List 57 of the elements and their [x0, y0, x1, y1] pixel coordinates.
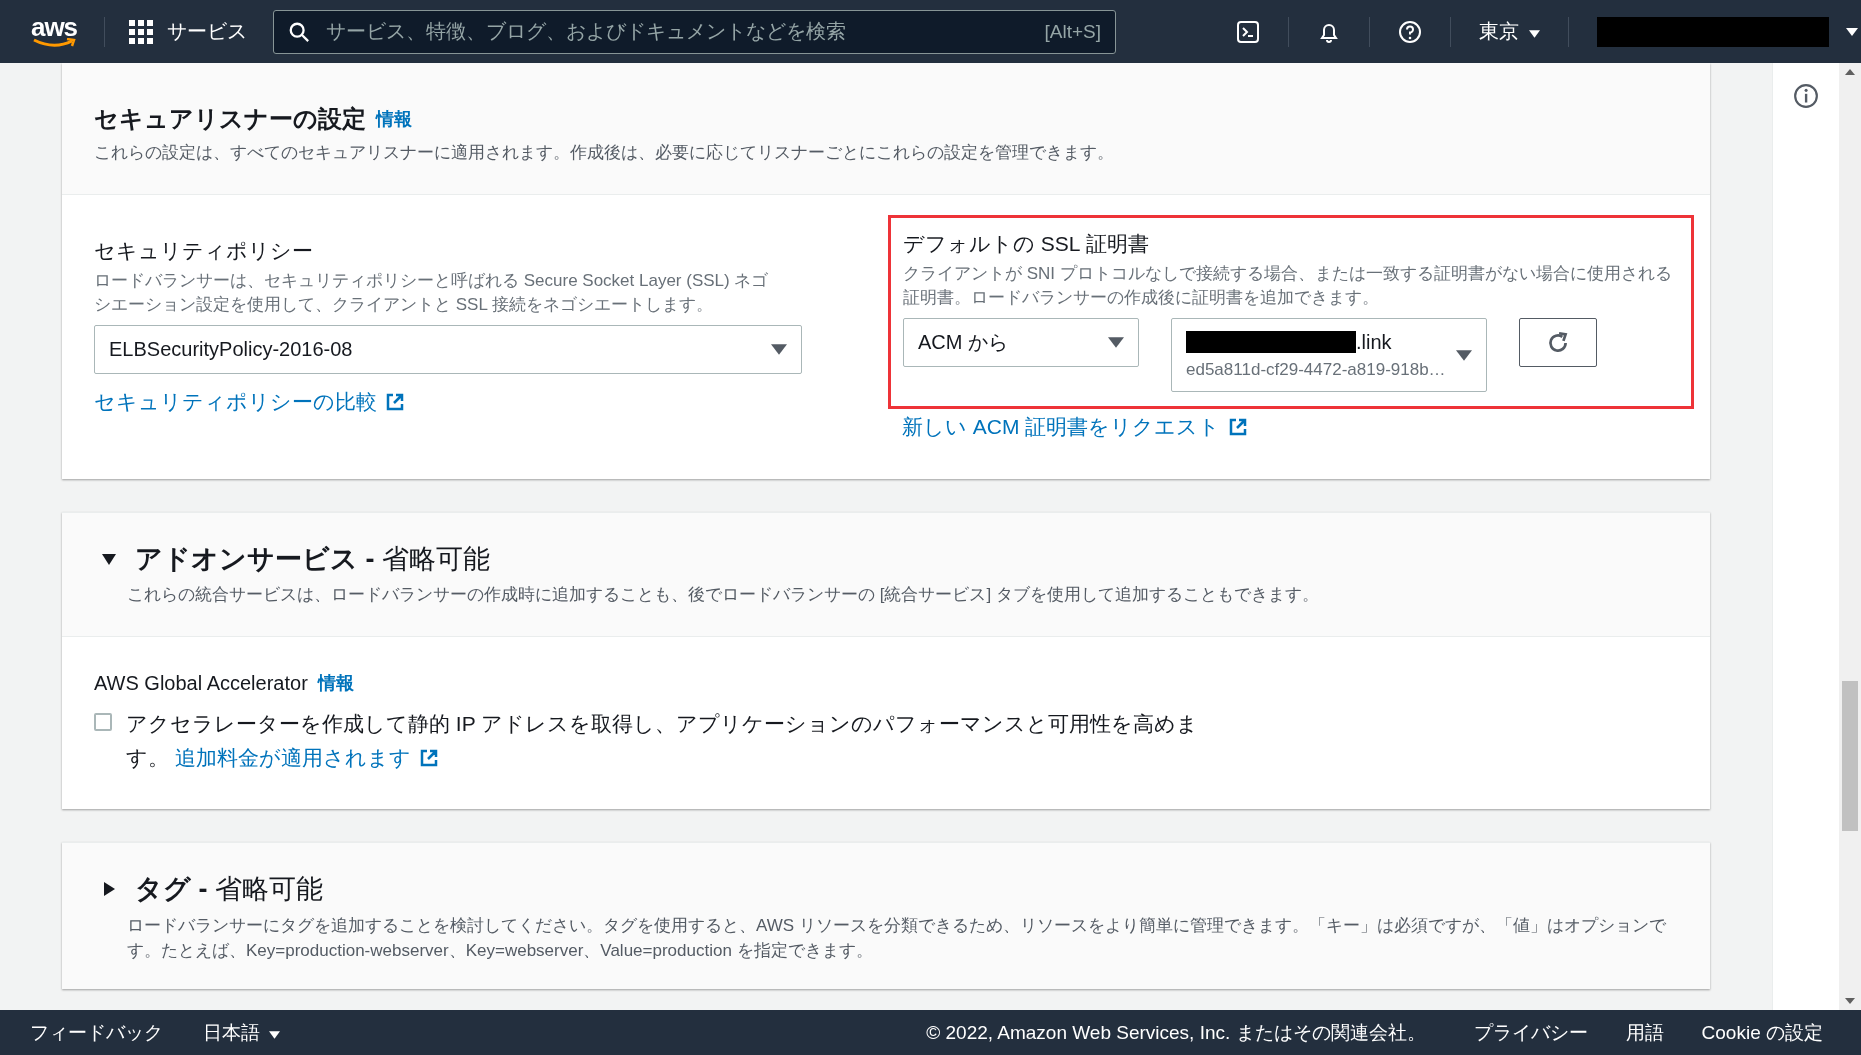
request-certificate-link[interactable]: 新しい ACM 証明書をリクエスト [902, 413, 1249, 441]
caret-icon [269, 1030, 281, 1039]
footer-link[interactable]: プライバシー [1473, 1019, 1588, 1046]
language-menu-button[interactable]: 日本語 [203, 1019, 281, 1046]
copyright-text: © 2022, Amazon Web Services, Inc. またはその関連会社。 [926, 1020, 1426, 1045]
section-description: これらの統合サービスは、ロードバランサーの作成時に追加することも、後でロードバランサーの [統合サービス] タブを使用して追加することもできます。 [127, 584, 1320, 606]
certificate-id: ed5a811d-cf29-4472-a819-918b… [1186, 359, 1446, 380]
certificate-name: .link [1356, 330, 1392, 354]
info-link[interactable]: 情報 [317, 671, 354, 695]
section-description: これらの設定は、すべてのセキュアリスナーに適用されます。作成後は、必要に応じてリスナーごとにこれらの設定を管理できます。 [94, 142, 1115, 164]
checkbox-label: アクセラレーターを作成して静的 IP アドレスを取得し、アプリケーションのパフォーマンスと可用性を高めます。 追加料金が適用されます [126, 707, 1216, 775]
scroll-down-arrow-icon[interactable] [1845, 998, 1855, 1004]
logo[interactable]: aws [28, 15, 80, 48]
section-title: タグ - 省略可能 [135, 873, 323, 906]
help-icon[interactable] [1398, 19, 1422, 44]
caret-icon [1456, 349, 1472, 361]
smile-arrow-icon [32, 37, 76, 48]
shortcut-hint: [Alt+S] [1044, 20, 1101, 43]
search-field[interactable]: サービス、特徴、ブログ、およびドキュメントなどを検索 [Alt+S] [273, 9, 1116, 54]
caret-icon[interactable] [1845, 27, 1858, 36]
certificate-source-dropdown[interactable]: ACM から [903, 318, 1139, 367]
feedback-link[interactable]: フィードバック [30, 1019, 163, 1046]
caret-icon [1528, 30, 1540, 38]
field-label: AWS Global Accelerator [94, 671, 308, 695]
caret-icon [1108, 337, 1124, 348]
external-link-icon [385, 392, 405, 412]
search-input[interactable]: サービス、特徴、ブログ、およびドキュメントなどを検索 [324, 19, 1031, 44]
security-policy-dropdown[interactable]: ELBSecurityPolicy-2016-08 [94, 325, 802, 374]
caret-icon [771, 344, 787, 355]
expand-toggle-icon[interactable] [102, 552, 116, 566]
footer-link[interactable]: 用語 [1625, 1019, 1664, 1046]
field-label: セキュリティポリシー [94, 238, 314, 264]
field-label: デフォルトの SSL 証明書 [903, 231, 1150, 257]
expand-toggle-icon[interactable] [102, 882, 116, 896]
additional-charges-link[interactable]: 追加料金が適用されます [174, 741, 439, 775]
field-description: ロードバランサーは、セキュリティポリシーと呼ばれる Secure Socket Layer (SSL) ネゴシエーション設定を使用して、クライアントと SSL 接続をネゴシエートします。 [94, 270, 770, 316]
info-icon[interactable] [1793, 83, 1819, 109]
checkbox[interactable] [94, 713, 112, 731]
compare-policies-link[interactable]: セキュリティポリシーの比較 [94, 388, 405, 416]
refresh-button[interactable] [1519, 318, 1597, 367]
external-link-icon [1228, 417, 1249, 437]
footer-link[interactable]: Cookie の設定 [1701, 1019, 1823, 1046]
terminal-icon[interactable] [1236, 19, 1260, 44]
section-description: ロードバランサーにタグを追加することを検討してください。タグを使用すると、AWS リソースを分類できるため、リソースをより簡単に管理できます。「キー」は必須ですが、「値」はオプションです。たとえば、Key=production-webserver、Key=webserver、Value=production を指定できます。 [127, 915, 1667, 962]
region-menu-button[interactable]: 東京 [1479, 18, 1540, 45]
certificate-dropdown[interactable]: .link ed5a811d-cf29-4472-a819-918b… [1171, 318, 1487, 392]
services-menu-button[interactable]: サービス [129, 18, 247, 45]
section-title: アドオンサービス - 省略可能 [135, 543, 490, 576]
grid-icon [129, 19, 153, 44]
info-link[interactable]: 情報 [376, 107, 412, 131]
field-description: クライアントが SNI プロトコルなしで接続する場合、または一致する証明書がない場合に使用される証明書。ロードバランサーの作成後に証明書を追加できます。 [903, 263, 1673, 309]
external-link-icon [418, 748, 439, 768]
scroll-up-arrow-icon[interactable] [1845, 69, 1855, 75]
scrollbar-thumb[interactable] [1842, 681, 1858, 831]
search-icon [288, 20, 310, 43]
scrollbar[interactable] [1839, 63, 1861, 1010]
section-title: セキュアリスナーの設定 [94, 104, 366, 134]
